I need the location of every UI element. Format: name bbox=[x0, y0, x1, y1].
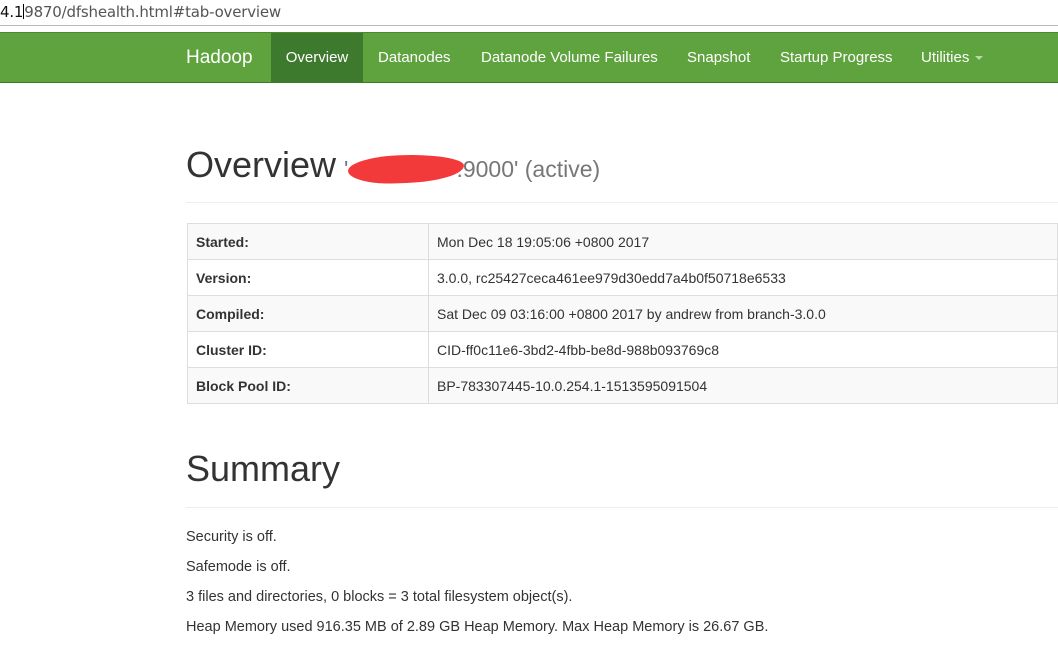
row-value: CID-ff0c11e6-3bd2-4fbb-be8d-988b093769c8 bbox=[428, 331, 1058, 368]
row-key: Compiled: bbox=[187, 295, 429, 332]
overview-header: Overview ':9000' (active) bbox=[186, 138, 1058, 203]
overview-info-table: Started: Mon Dec 18 19:05:06 +0800 2017 … bbox=[187, 223, 1058, 404]
navbar: Hadoop Overview Datanodes Datanode Volum… bbox=[0, 32, 1058, 83]
summary-security: Security is off. bbox=[186, 529, 277, 545]
table-row: Compiled: Sat Dec 09 03:16:00 +0800 2017… bbox=[187, 295, 1058, 332]
url-host-fragment: 4.1 bbox=[0, 3, 24, 21]
page-title-text: Overview bbox=[186, 144, 337, 185]
namenode-address-suffix: :9000' (active) bbox=[456, 156, 601, 182]
caret-down-icon bbox=[975, 56, 984, 61]
nav-tab-overview[interactable]: Overview bbox=[271, 33, 363, 82]
nav-tab-datanodes[interactable]: Datanodes bbox=[378, 33, 451, 82]
table-row: Version: 3.0.0, rc25427ceca461ee979d30ed… bbox=[187, 259, 1058, 296]
row-value: Mon Dec 18 19:05:06 +0800 2017 bbox=[428, 223, 1058, 260]
nav-menu-utilities[interactable]: Utilities bbox=[921, 33, 984, 82]
row-value: Sat Dec 09 03:16:00 +0800 2017 by andrew… bbox=[428, 295, 1058, 332]
summary-heap-memory: Heap Memory used 916.35 MB of 2.89 GB He… bbox=[186, 619, 769, 635]
summary-safemode: Safemode is off. bbox=[186, 559, 291, 575]
summary-filesystem-objects: 3 files and directories, 0 blocks = 3 to… bbox=[186, 589, 573, 605]
row-value: 3.0.0, rc25427ceca461ee979d30edd7a4b0f50… bbox=[428, 259, 1058, 296]
table-row: Started: Mon Dec 18 19:05:06 +0800 2017 bbox=[187, 223, 1058, 260]
row-key: Block Pool ID: bbox=[187, 367, 429, 404]
brand-logo[interactable]: Hadoop bbox=[186, 33, 253, 82]
nav-tab-snapshot[interactable]: Snapshot bbox=[687, 33, 750, 82]
nav-menu-utilities-label: Utilities bbox=[921, 49, 970, 66]
summary-header: Summary bbox=[186, 444, 1058, 508]
url-path: 9870/dfshealth.html#tab-overview bbox=[24, 3, 281, 21]
table-row: Block Pool ID: BP-783307445-10.0.254.1-1… bbox=[187, 367, 1058, 404]
summary-title: Summary bbox=[186, 448, 341, 489]
nav-tab-startup-progress[interactable]: Startup Progress bbox=[780, 33, 893, 82]
row-key: Cluster ID: bbox=[187, 331, 429, 368]
row-key: Version: bbox=[187, 259, 429, 296]
address-bar[interactable]: 4.19870/dfshealth.html#tab-overview bbox=[0, 0, 1058, 26]
table-row: Cluster ID: CID-ff0c11e6-3bd2-4fbb-be8d-… bbox=[187, 331, 1058, 368]
nav-tab-datanode-volume-failures[interactable]: Datanode Volume Failures bbox=[481, 33, 658, 82]
row-key: Started: bbox=[187, 223, 429, 260]
row-value: BP-783307445-10.0.254.1-1513595091504 bbox=[428, 367, 1058, 404]
url-text[interactable]: 4.19870/dfshealth.html#tab-overview bbox=[0, 3, 281, 21]
